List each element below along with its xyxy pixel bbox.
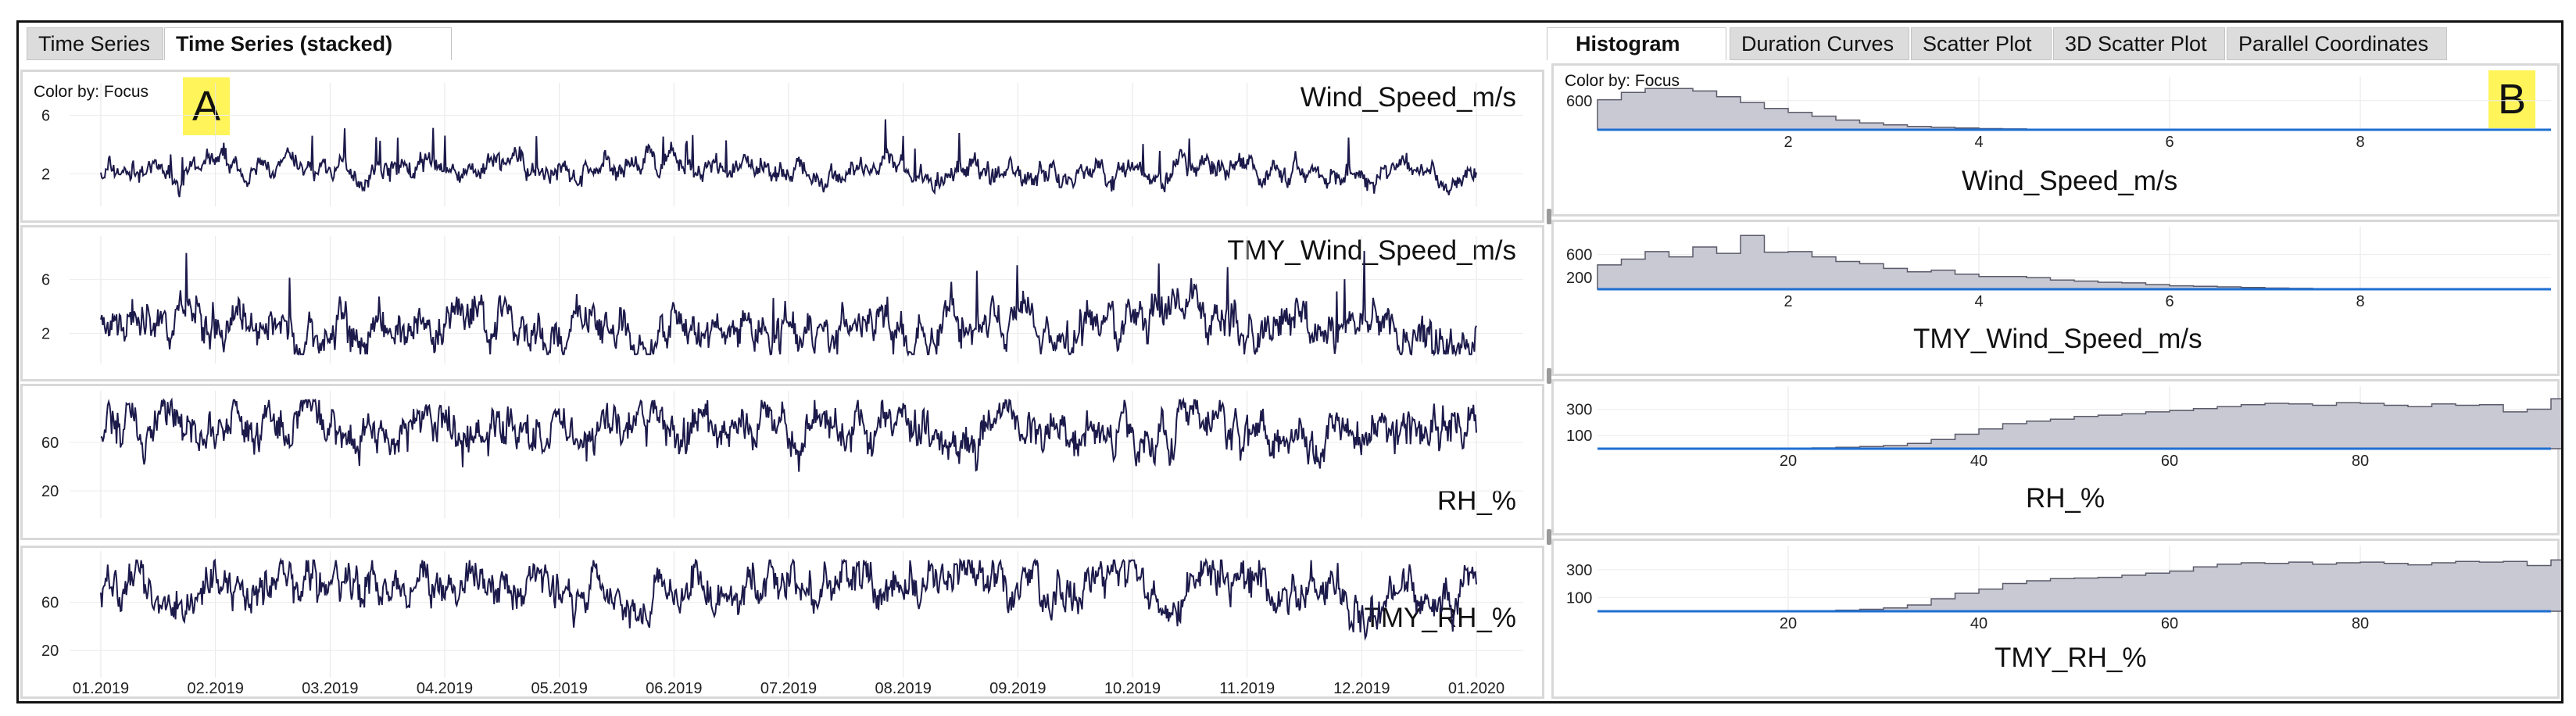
hist-panel-tmy-wind-speed[interactable]: TMY_Wind_Speed_m/s 2 4 6 8 600 200 <box>1551 220 2560 376</box>
y-tick-label: 100 <box>1566 428 1592 445</box>
x-tick-label: 01.2020 <box>1448 680 1504 697</box>
tab-parallel-coordinates[interactable]: Parallel Coordinates <box>2227 27 2447 60</box>
x-tick-label: 01.2019 <box>73 680 129 697</box>
y-tick-label: 600 <box>1566 93 1592 110</box>
y-tick-label: 6 <box>41 108 50 125</box>
hist-panel-tmy-rh[interactable]: TMY_RH_% 20 40 60 80 300 100 <box>1551 539 2561 699</box>
tmy-rh-line-chart: 60 20 01.2019 02.2019 03.2019 04.2019 05.2019 0… <box>41 551 1523 697</box>
y-tick-label: 2 <box>41 326 50 343</box>
tab-histogram[interactable]: Histogram <box>1547 27 1726 60</box>
x-tick-label: 60 <box>2161 615 2178 632</box>
x-tick-label: 02.2019 <box>188 680 244 697</box>
x-tick-label: 03.2019 <box>302 680 358 697</box>
x-tick-label: 07.2019 <box>760 680 817 697</box>
y-tick-label: 2 <box>41 166 50 184</box>
x-tick-label: 8 <box>2356 293 2364 310</box>
y-tick-label: 300 <box>1566 562 1592 579</box>
x-tick-label: 8 <box>2356 134 2364 151</box>
x-tick-label: 6 <box>2165 134 2174 151</box>
right-tab-bar: Histogram Duration Curves Scatter Plot 3… <box>1547 23 2559 60</box>
tab-3d-scatter-plot[interactable]: 3D Scatter Plot <box>2053 27 2225 60</box>
x-tick-label: 12.2019 <box>1333 680 1390 697</box>
histogram-bars <box>1597 559 2561 612</box>
histogram-view: Color by: Focus B Wind_Speed_m/s 2 4 6 8 600… <box>1547 60 2561 701</box>
x-tick-label: 2 <box>1784 293 1792 310</box>
y-tick-label: 6 <box>41 272 50 289</box>
rh-line-chart: 60 20 <box>41 391 1523 518</box>
tab-scatter-plot[interactable]: Scatter Plot <box>1911 27 2052 60</box>
x-tick-label: 05.2019 <box>531 680 588 697</box>
wind-speed-line-chart: 62 <box>41 83 1523 206</box>
x-tick-label: 40 <box>1970 615 1987 632</box>
x-tick-label: 4 <box>1974 293 1983 310</box>
tmy-wind-speed-line-chart: 62 <box>41 236 1523 363</box>
x-tick-label: 60 <box>2161 453 2178 470</box>
histogram-bars <box>1597 234 2551 290</box>
x-tick-label: 80 <box>2352 453 2369 470</box>
left-tab-bar: Time Series Time Series (stacked) <box>19 23 1543 60</box>
ts-panel-wind-speed[interactable]: Color by: Focus A Wind_Speed_m/s 62 <box>20 70 1544 223</box>
tmy-rh-histogram: 20 40 60 80 300 100 <box>1566 546 2561 632</box>
y-tick-label: 600 <box>1566 247 1592 264</box>
y-tick-label: 200 <box>1566 270 1592 287</box>
x-tick-label: 20 <box>1780 615 1797 632</box>
y-tick-label: 20 <box>41 643 59 660</box>
y-tick-label: 60 <box>41 595 59 612</box>
hist-panel-rh[interactable]: RH_% 20 40 60 80 300 100 <box>1551 379 2561 535</box>
x-tick-label: 6 <box>2165 293 2174 310</box>
y-tick-label: 100 <box>1566 589 1592 607</box>
x-tick-label: 4 <box>1974 134 1983 151</box>
tab-duration-curves[interactable]: Duration Curves <box>1730 27 1909 60</box>
x-tick-label: 09.2019 <box>989 680 1046 697</box>
tab-time-series[interactable]: Time Series <box>27 27 163 60</box>
ts-panel-rh[interactable]: RH_% 60 20 <box>20 384 1544 540</box>
tmy-wind-speed-histogram: 2 4 6 8 600 200 <box>1566 227 2551 310</box>
x-tick-label: 10.2019 <box>1104 680 1161 697</box>
x-tick-label: 2 <box>1784 134 1792 151</box>
y-tick-label: 60 <box>41 435 59 452</box>
x-tick-label: 08.2019 <box>875 680 932 697</box>
hist-panel-wind-speed[interactable]: Color by: Focus B Wind_Speed_m/s 2 4 6 8 600 <box>1551 63 2560 217</box>
wind-speed-histogram: 2 4 6 8 600 <box>1566 77 2551 151</box>
tab-time-series-stacked[interactable]: Time Series (stacked) <box>164 27 452 60</box>
x-tick-label: 20 <box>1780 453 1797 470</box>
x-tick-label: 40 <box>1970 453 1987 470</box>
y-tick-label: 20 <box>41 483 59 500</box>
x-tick-label: 11.2019 <box>1219 680 1275 697</box>
rh-histogram: 20 40 60 80 300 100 <box>1566 386 2561 470</box>
ts-panel-tmy-wind-speed[interactable]: TMY_Wind_Speed_m/s 62 <box>20 225 1544 381</box>
x-tick-label: 06.2019 <box>646 680 702 697</box>
y-tick-label: 300 <box>1566 402 1592 419</box>
x-tick-label: 04.2019 <box>417 680 473 697</box>
ts-panel-tmy-rh[interactable]: TMY_RH_% 60 20 01.2019 02.2019 03.2019 04.201… <box>20 546 1544 699</box>
app-window: Time Series Time Series (stacked) Histog… <box>16 20 2563 703</box>
histogram-bars <box>1597 398 2561 449</box>
histogram-bars <box>1597 88 2551 131</box>
time-series-stacked-view: Color by: Focus A Wind_Speed_m/s 62 TMY_… <box>19 60 1547 701</box>
x-tick-label: 80 <box>2352 615 2369 632</box>
